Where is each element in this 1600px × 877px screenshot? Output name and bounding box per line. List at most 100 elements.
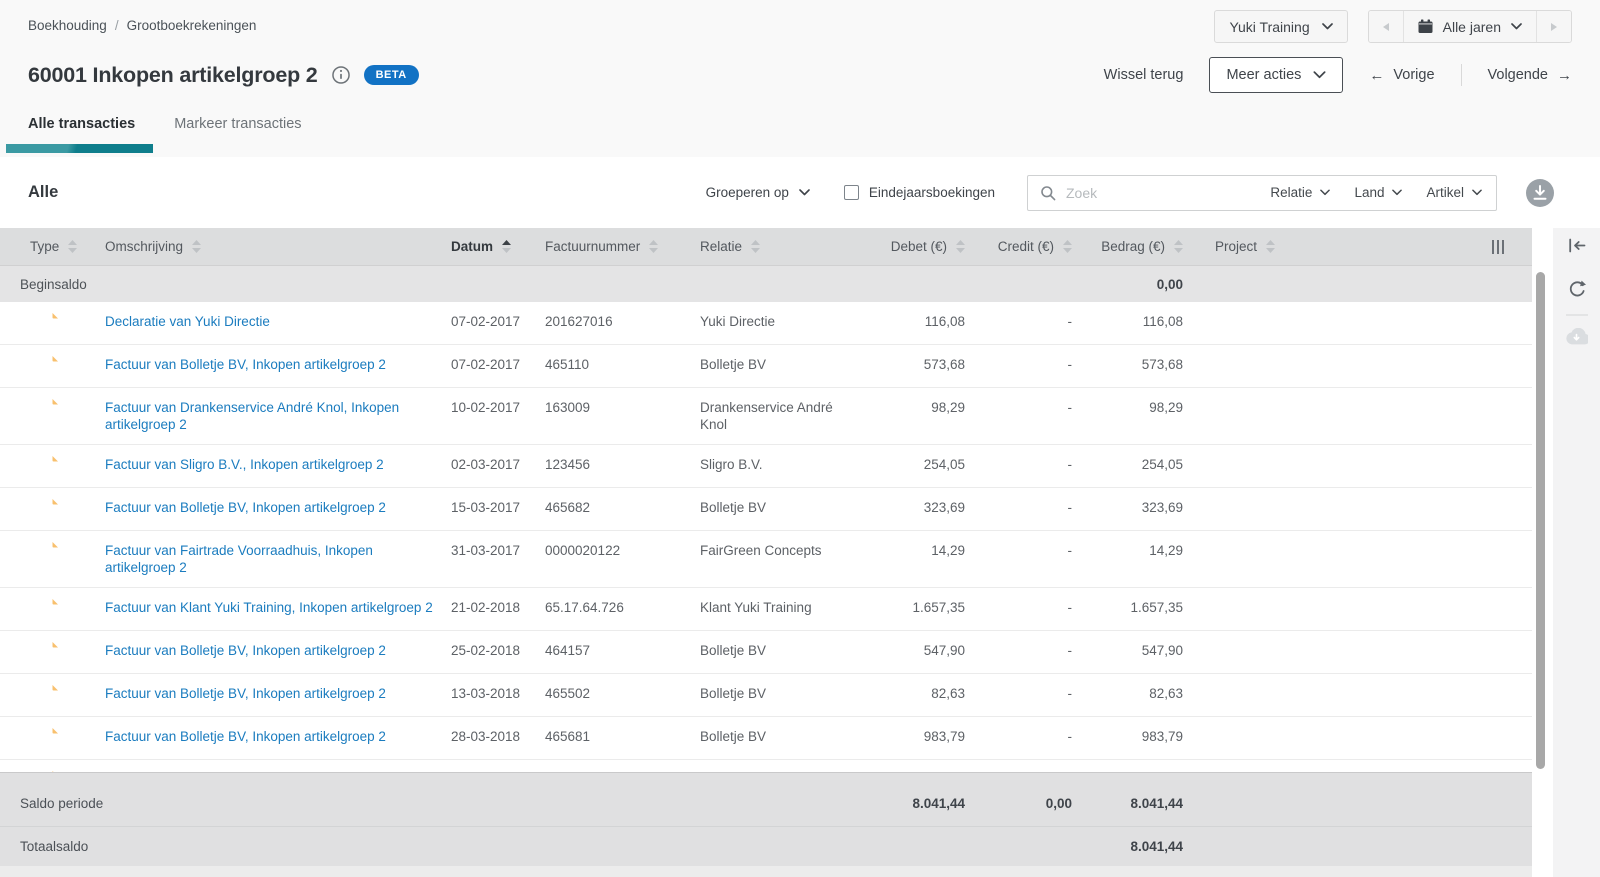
cell-omschrijving: Factuur van Bolletje BV, Inkopen artikel… [100,728,445,745]
invoice-document-icon[interactable] [42,642,58,662]
table-row: Factuur van Fairtrade Voorraadhuis, Inko… [0,531,1532,588]
cell-credit: - [975,456,1082,473]
tab-alle-transacties[interactable]: Alle transacties [28,116,135,144]
cell-bedrag: 323,69 [1082,499,1193,516]
table-header-row: TypeOmschrijvingDatumFactuurnummerRelati… [0,228,1532,266]
cell-datum: 10-02-2017 [445,399,545,416]
transaction-link[interactable]: Factuur van Bolletje BV, Inkopen artikel… [105,728,386,745]
cell-debet: 323,69 [855,499,975,516]
breadcrumb-item-grootboekrekeningen[interactable]: Grootboekrekeningen [127,18,257,33]
transaction-link[interactable]: Factuur van Bolletje BV, Inkopen artikel… [105,685,386,702]
wissel-terug-button[interactable]: Wissel terug [1104,67,1184,83]
column-header-factuurnummer[interactable]: Factuurnummer [545,228,690,265]
cell-relatie: Klant Yuki Training [690,599,855,616]
transaction-link[interactable]: Factuur van Bolletje BV, Inkopen artikel… [105,499,386,516]
chevron-down-icon [1472,189,1482,196]
table-row: Declaratie van Yuki Directie 07-02-2017 … [0,302,1532,345]
cell-datum: 21-02-2018 [445,599,545,616]
invoice-document-icon[interactable] [42,728,58,748]
transaction-link[interactable]: Factuur van Fairtrade Voorraadhuis, Inko… [105,542,435,576]
invoice-document-icon[interactable] [42,685,58,705]
cell-type [0,685,100,705]
vorige-button[interactable]: ←Vorige [1369,67,1434,84]
transaction-link[interactable]: Declaratie van Yuki Directie [105,313,270,330]
info-icon[interactable] [332,66,350,84]
tab-markeer-transacties[interactable]: Markeer transacties [174,116,301,144]
cell-factuurnummer: 465682 [545,499,690,516]
breadcrumb-item-boekhouding[interactable]: Boekhouding [28,18,107,33]
cell-bedrag: 82,63 [1082,685,1193,702]
administration-label: Yuki Training [1229,19,1309,35]
column-header-relatie[interactable]: Relatie [690,228,855,265]
collapse-panel-button[interactable] [1568,238,1586,253]
eindejaarsboekingen-checkbox[interactable] [844,185,859,200]
download-button[interactable] [1525,178,1555,208]
groeperen-op-dropdown[interactable]: Groeperen op [706,185,810,200]
invoice-document-icon[interactable] [42,542,58,562]
cell-bedrag: 1.657,35 [1082,599,1193,616]
cell-factuurnummer: 201627016 [545,313,690,330]
cell-datum: 15-03-2017 [445,499,545,516]
sort-icon [649,240,658,253]
column-settings-icon[interactable] [1492,240,1505,254]
vertical-scrollbar[interactable] [1536,272,1545,769]
declaration-document-icon[interactable] [42,313,58,333]
cell-relatie: Bolletje BV [690,642,855,659]
filter-title: Alle [28,183,58,202]
table-row: Factuur van Bolletje BV, Inkopen artikel… [0,674,1532,717]
invoice-document-icon[interactable] [42,599,58,619]
column-header-datum[interactable]: Datum [445,228,545,265]
cell-debet: 983,79 [855,728,975,745]
land-filter-dropdown[interactable]: Land [1354,185,1402,200]
chevron-right-icon [1550,22,1558,32]
chevron-down-icon [1320,189,1330,196]
transaction-link[interactable]: Factuur van Sligro B.V., Inkopen artikel… [105,456,384,473]
arrow-right-icon: → [1557,67,1572,84]
search-input[interactable] [1066,185,1246,201]
administration-select[interactable]: Yuki Training [1214,10,1347,43]
redo-button[interactable] [1567,279,1587,298]
column-header-project[interactable]: Project [1193,228,1320,265]
column-header-bedrag[interactable]: Bedrag (€) [1082,228,1193,265]
transaction-link[interactable]: Factuur van Drankenservice André Knol, I… [105,399,435,433]
meer-acties-button[interactable]: Meer acties [1209,57,1343,93]
cell-relatie: Bolletje BV [690,728,855,745]
table-body: Declaratie van Yuki Directie 07-02-2017 … [0,302,1532,772]
cell-bedrag: 573,68 [1082,356,1193,373]
beginsaldo-label: Beginsaldo [0,266,855,302]
next-year-button[interactable] [1537,11,1571,42]
column-header-omschrijving[interactable]: Omschrijving [100,228,445,265]
table-row: Factuur van Klant Yuki Training, Inkopen… [0,588,1532,631]
year-filter-group: Alle jaren [1368,10,1572,43]
column-header-type[interactable]: Type [0,228,100,265]
invoice-document-icon[interactable] [42,499,58,519]
cell-factuurnummer: 123456 [545,456,690,473]
cloud-download-button[interactable] [1565,328,1588,345]
transaction-link[interactable]: Factuur van Klant Yuki Training, Inkopen… [105,599,433,616]
table-row: Factuur van Bolletje BV, Inkopen artikel… [0,345,1532,388]
cell-factuurnummer: 465502 [545,685,690,702]
cell-type [0,313,100,333]
cell-relatie: Drankenservice André Knol [690,399,855,433]
volgende-button[interactable]: Volgende→ [1488,67,1572,84]
year-filter-select[interactable]: Alle jaren [1403,11,1537,42]
transaction-link[interactable]: Factuur van Bolletje BV, Inkopen artikel… [105,642,386,659]
invoice-document-icon[interactable] [42,399,58,419]
right-toolbar [1553,228,1600,877]
previous-year-button[interactable] [1369,11,1403,42]
artikel-filter-dropdown[interactable]: Artikel [1426,185,1482,200]
beta-badge: BETA [364,65,419,85]
meer-acties-label: Meer acties [1226,67,1301,83]
cell-bedrag: 14,29 [1082,542,1193,559]
invoice-document-icon[interactable] [42,456,58,476]
cell-relatie: Sligro B.V. [690,456,855,473]
transaction-link[interactable]: Factuur van Bolletje BV, Inkopen artikel… [105,356,386,373]
invoice-document-icon[interactable] [42,356,58,376]
relatie-filter-dropdown[interactable]: Relatie [1270,185,1330,200]
cell-credit: - [975,599,1082,616]
cell-relatie: FairGreen Concepts [690,542,855,559]
beginsaldo-bedrag: 0,00 [1082,266,1193,302]
cell-type [0,499,100,519]
column-header-debet[interactable]: Debet (€) [855,228,975,265]
column-header-credit[interactable]: Credit (€) [975,228,1082,265]
